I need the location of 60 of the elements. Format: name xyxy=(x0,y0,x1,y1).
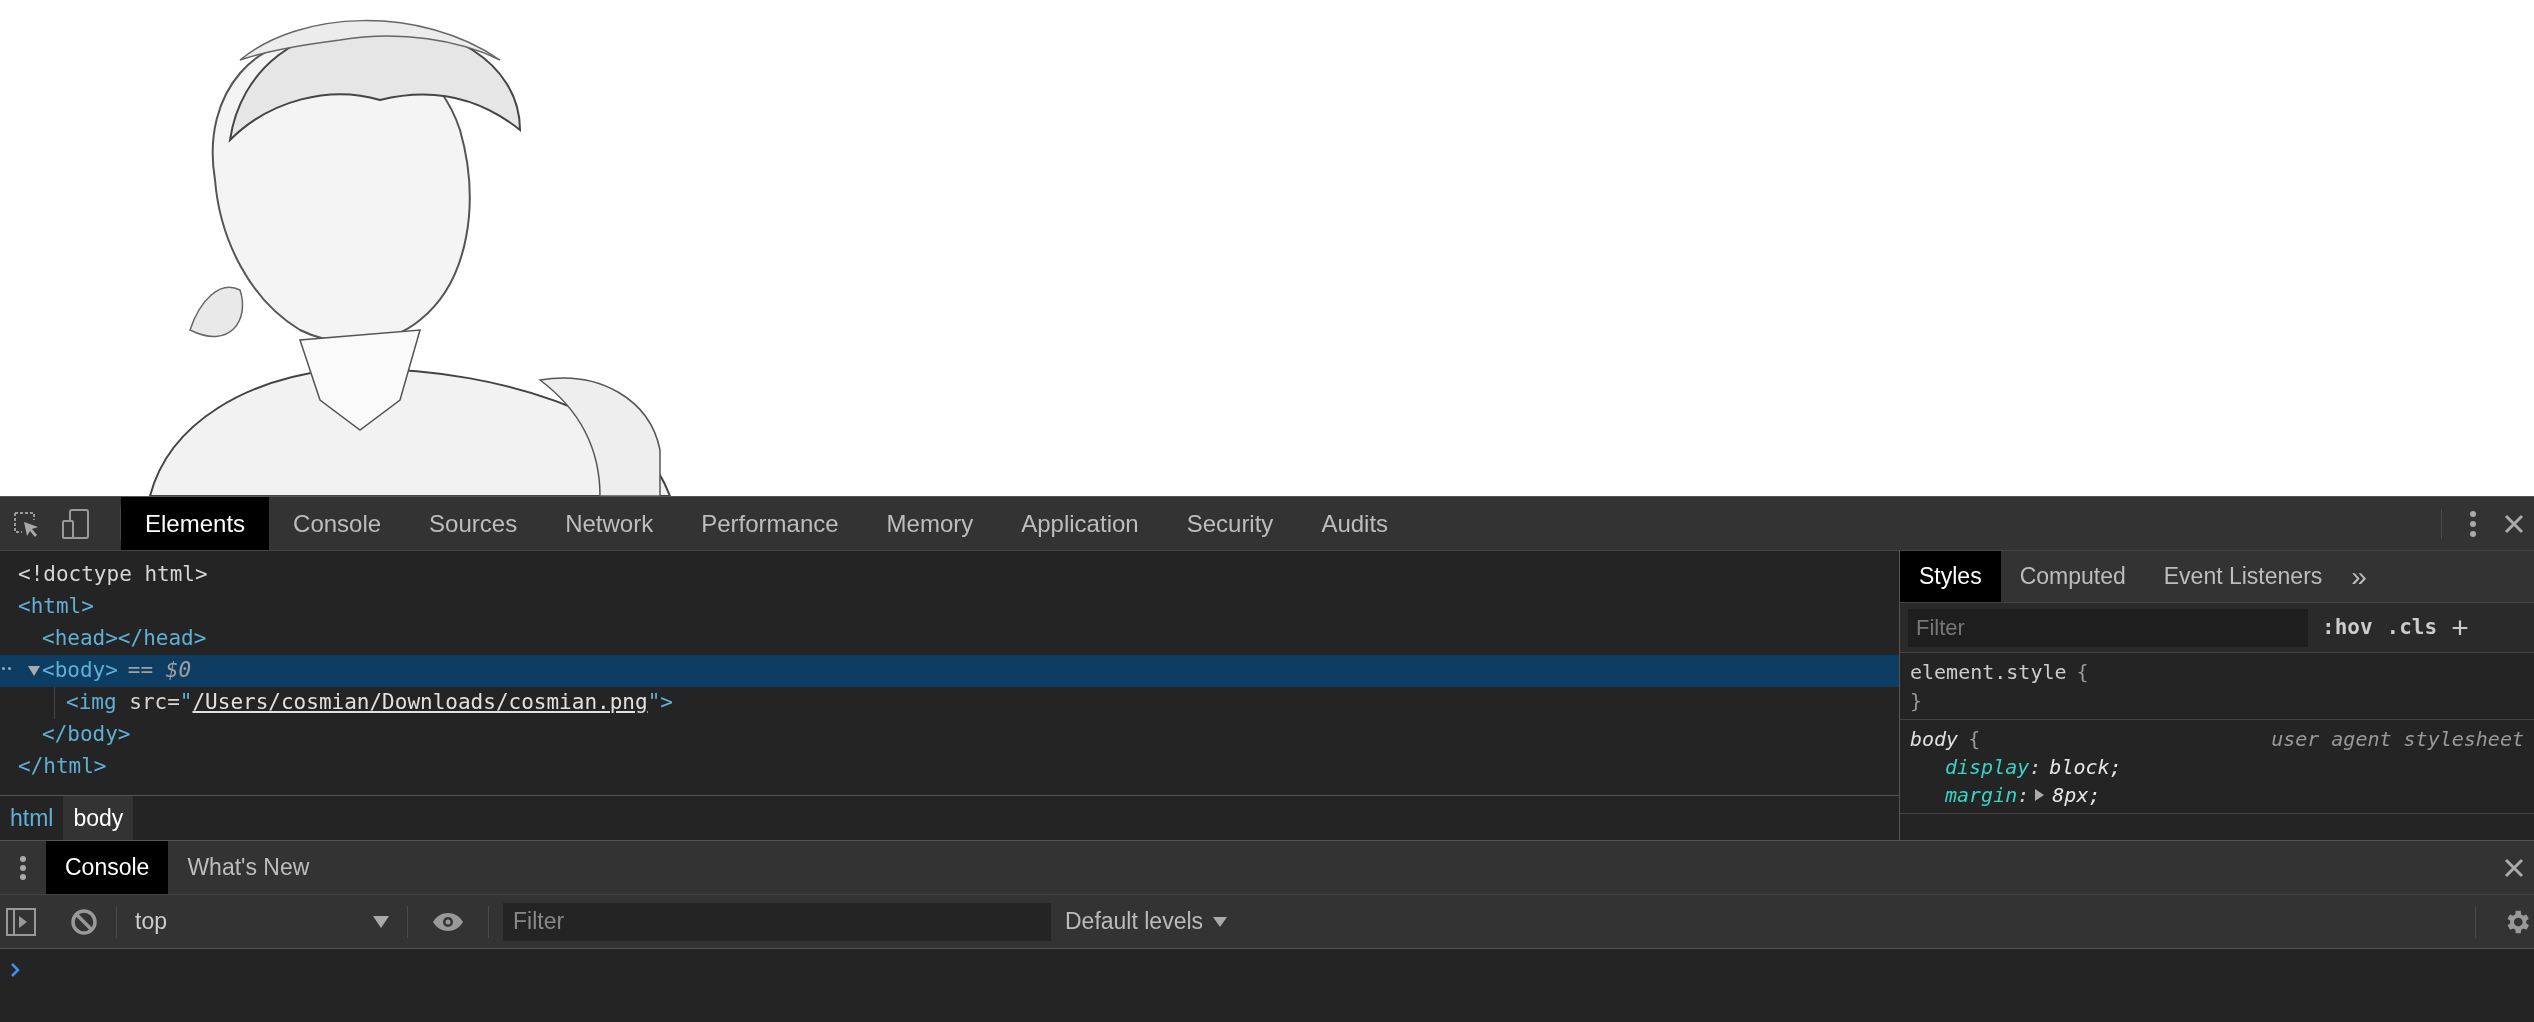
colon: : xyxy=(2017,782,2030,809)
drawer-menu-icon[interactable] xyxy=(20,855,26,880)
element-tag[interactable]: <img src="/Users/cosmian/Downloads/cosmian.png"> xyxy=(66,687,673,719)
eye-icon[interactable] xyxy=(432,911,464,932)
css-value: block; xyxy=(2049,754,2122,781)
new-rule-button[interactable]: + xyxy=(2451,612,2469,643)
drawer-tab[interactable]: What's New xyxy=(168,841,329,894)
clear-icon[interactable] xyxy=(70,907,98,936)
doctype-text: <!doctype html> xyxy=(18,561,208,589)
console-filter-field[interactable]: Filter xyxy=(503,902,1051,941)
panel-tab[interactable]: Console xyxy=(269,497,406,550)
drawer-tab[interactable]: Console xyxy=(46,841,169,894)
device-icon[interactable] xyxy=(62,508,90,539)
sidebar-tab[interactable]: Computed xyxy=(2000,551,2145,602)
tree-row[interactable]: <body> == $0 xyxy=(0,655,1899,687)
element-tag: <html> xyxy=(18,591,94,623)
selected-marker: == $0 xyxy=(127,657,192,685)
dropdown-caret-icon xyxy=(373,915,389,928)
expand-triangle-icon[interactable] xyxy=(2035,789,2045,801)
panel-tab[interactable]: Elements xyxy=(121,497,270,550)
element-tag: <body> xyxy=(42,655,118,687)
breadcrumb[interactable]: html xyxy=(0,796,64,840)
element-tag[interactable]: <head></head> xyxy=(42,623,207,655)
rule-source: user agent stylesheet xyxy=(2271,725,2524,753)
rule-selector: body xyxy=(1910,725,1959,753)
panel-tab[interactable]: Performance xyxy=(677,497,863,550)
sidebar-tab[interactable]: Styles xyxy=(1900,551,2001,602)
log-levels-dropdown[interactable]: Default levels xyxy=(1065,904,1228,939)
brace: { xyxy=(1968,725,1981,753)
panel-tab[interactable]: Application xyxy=(997,497,1163,550)
panel-tab[interactable]: Security xyxy=(1162,497,1298,550)
sidebar-toggle-icon[interactable] xyxy=(6,907,36,936)
panel-tab[interactable]: Audits xyxy=(1297,497,1413,550)
tree-row[interactable]: <html> xyxy=(0,591,1899,623)
css-value: 8px; xyxy=(2052,782,2101,809)
sidebar-tab[interactable]: Event Listeners xyxy=(2144,551,2342,602)
inspect-icon[interactable] xyxy=(12,509,40,538)
close-icon[interactable] xyxy=(2504,513,2524,534)
css-property: display xyxy=(1945,754,2030,781)
close-icon[interactable] xyxy=(2504,857,2524,878)
panel-tab[interactable]: Network xyxy=(541,497,678,550)
more-options-icon[interactable] xyxy=(2470,510,2476,537)
panel-tab[interactable]: Memory xyxy=(862,497,998,550)
context-selector[interactable]: top xyxy=(117,901,407,942)
brace: { xyxy=(2076,658,2089,686)
colon: : xyxy=(2029,754,2042,781)
rule-selector: element.style xyxy=(1910,658,2067,686)
prompt-chevron-icon xyxy=(10,963,20,977)
brace: } xyxy=(1910,687,1923,715)
hover-state-button[interactable]: :hov xyxy=(2322,611,2373,644)
element-tag: </html> xyxy=(18,751,107,783)
css-property: margin xyxy=(1945,782,2018,809)
styles-filter-field[interactable]: Filter xyxy=(1908,608,2308,647)
panel-tab[interactable]: Sources xyxy=(405,497,542,550)
breadcrumb[interactable]: body xyxy=(63,796,134,840)
class-button[interactable]: .cls xyxy=(2386,611,2438,644)
more-tabs-button[interactable]: » xyxy=(2341,551,2377,602)
expanded-triangle-icon[interactable] xyxy=(28,666,40,676)
element-tag: </body> xyxy=(42,719,131,751)
dropdown-caret-icon xyxy=(1213,916,1228,927)
